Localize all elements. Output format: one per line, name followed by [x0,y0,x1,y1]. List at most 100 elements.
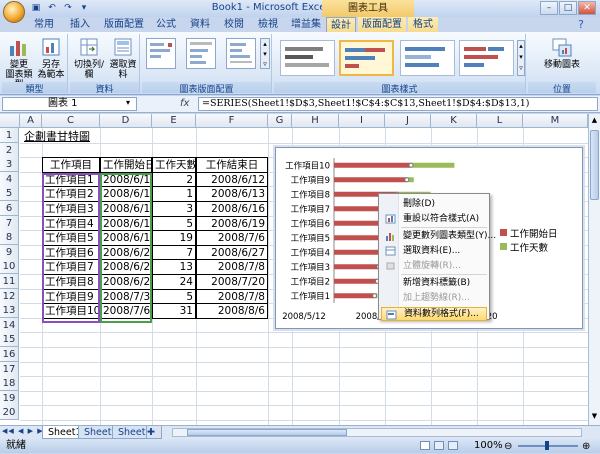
style-option-1[interactable] [280,40,335,76]
row-header[interactable]: 17 [0,361,19,377]
zoom-slider-thumb[interactable] [545,441,549,450]
context-menu-item[interactable]: 重設以符合樣式(A) [381,212,487,226]
table-header-cell[interactable]: 工作開始日 [100,157,152,173]
bar-start-date[interactable] [334,162,411,168]
tab-formulas[interactable]: 公式 [152,17,180,32]
table-cell[interactable]: 31 [152,303,196,319]
style-option-3[interactable] [400,40,455,76]
column-header[interactable]: E [152,114,196,128]
table-cell[interactable]: 2008/6/16 [196,201,268,217]
row-header[interactable]: 1 [0,128,19,143]
table-cell[interactable]: 2008/6/13 [196,186,268,202]
table-cell[interactable]: 2008/7/20 [196,274,268,290]
name-box[interactable]: 圖表 1 [2,97,137,111]
table-cell[interactable]: 2008/7/8 [196,259,268,275]
row-header[interactable]: 14 [0,317,19,333]
table-cell[interactable]: 5 [152,215,196,232]
bar-start-date[interactable] [334,278,378,284]
row-header[interactable]: 19 [0,390,19,406]
normal-view-icon[interactable] [420,441,430,450]
move-chart-button[interactable]: 移動圖表 [532,36,592,70]
tab-chart-layout[interactable]: 版面配置 [358,17,406,32]
sheet-title[interactable]: 企劃書甘特圖 [22,129,92,144]
bar-start-date[interactable] [334,249,381,255]
row-header[interactable]: 6 [0,201,19,216]
styles-scroll[interactable]: ▴ ▾ ▿ [517,40,525,76]
row-header[interactable]: 7 [0,215,19,231]
table-cell[interactable]: 5 [152,288,196,305]
table-cell[interactable]: 24 [152,274,196,290]
switch-row-col-button[interactable]: 切換列/欄 [72,36,106,80]
tab-review[interactable]: 校閱 [220,17,248,32]
row-header[interactable]: 4 [0,171,19,187]
tab-data[interactable]: 資料 [186,17,214,32]
page-break-view-icon[interactable] [448,441,458,450]
column-header[interactable]: A [20,114,42,128]
tab-home[interactable]: 常用 [30,17,58,32]
table-cell[interactable]: 2008/7/6 [196,230,268,246]
table-cell[interactable]: 3 [152,201,196,217]
scroll-up-icon[interactable]: ▲ [590,116,599,126]
column-header[interactable]: M [523,114,588,128]
table-cell[interactable]: 13 [152,259,196,275]
column-header[interactable]: F [196,114,268,128]
table-cell[interactable]: 2008/7/8 [196,288,268,305]
tab-format[interactable]: 格式 [408,17,438,32]
table-cell[interactable]: 1 [152,186,196,202]
table-cell[interactable]: 2008/6/27 [196,244,268,261]
scroll-thumb[interactable] [590,130,599,200]
selection-handle[interactable] [372,293,378,299]
column-header[interactable]: C [42,114,100,128]
bar-start-date[interactable] [334,235,385,241]
row-header[interactable]: 20 [0,405,19,421]
insert-sheet-icon[interactable]: ✚ [146,426,162,439]
select-all-corner[interactable] [0,114,20,128]
column-header[interactable]: G [268,114,292,128]
redo-icon[interactable]: ↷ [62,3,74,14]
fx-icon[interactable]: fx [180,97,189,111]
name-box-dropdown-icon[interactable]: ▾ [126,98,130,107]
tab-insert[interactable]: 插入 [66,17,94,32]
qat-dropdown-icon[interactable]: ▾ [78,3,90,14]
horizontal-scrollbar[interactable] [172,428,582,437]
bar-duration[interactable] [411,162,455,168]
row-header[interactable]: 13 [0,303,19,319]
row-header[interactable]: 8 [0,230,19,246]
column-header[interactable]: D [100,114,152,128]
save-template-button[interactable]: 另存 為範本 [36,36,66,80]
row-header[interactable]: 18 [0,376,19,392]
context-menu-item[interactable]: 資料數列格式(F)... [381,307,487,321]
selection-handle[interactable] [408,162,414,168]
context-menu-item[interactable]: 刪除(D) [381,197,487,211]
column-header[interactable]: K [431,114,477,128]
layout-scroll[interactable]: ▴ ▾ ▿ [260,38,270,69]
row-header[interactable]: 16 [0,347,19,362]
chart-legend[interactable]: 工作開始日 工作天數 [498,226,582,254]
vertical-scrollbar[interactable]: ▲ ▼ [588,114,600,425]
column-header[interactable]: H [292,114,339,128]
select-data-button[interactable]: 選取資料 [108,36,138,80]
table-header-cell[interactable]: 工作結束日 [196,157,268,173]
table-header-cell[interactable]: 工作項目 [42,157,100,173]
maximize-button[interactable]: □ [559,1,577,15]
table-cell[interactable]: 2008/6/12 [196,171,268,188]
layout-option-3[interactable] [226,38,256,69]
table-cell[interactable]: 7 [152,244,196,261]
context-menu-item[interactable]: 選取資料(E)... [381,244,487,258]
bar-start-date[interactable] [334,177,407,183]
undo-icon[interactable]: ↶ [46,3,58,14]
scroll-down-icon[interactable]: ▼ [590,412,599,422]
row-header[interactable]: 5 [0,186,19,202]
bar-start-date[interactable] [334,264,379,270]
table-cell[interactable]: 2008/8/6 [196,303,268,319]
style-option-4[interactable] [459,40,514,76]
table-header-cell[interactable]: 工作天數 [152,157,196,173]
help-icon[interactable]: ? [574,17,588,32]
formula-input[interactable]: =SERIES(Sheet1!$D$3,Sheet1!$C$4:$C$13,Sh… [198,97,598,111]
office-button[interactable] [3,1,25,23]
column-header[interactable]: I [339,114,385,128]
minimize-button[interactable]: – [540,1,558,15]
context-menu-item[interactable]: 新增資料標籤(B) [381,276,487,290]
row-header[interactable]: 12 [0,288,19,304]
tab-view[interactable]: 檢視 [254,17,282,32]
